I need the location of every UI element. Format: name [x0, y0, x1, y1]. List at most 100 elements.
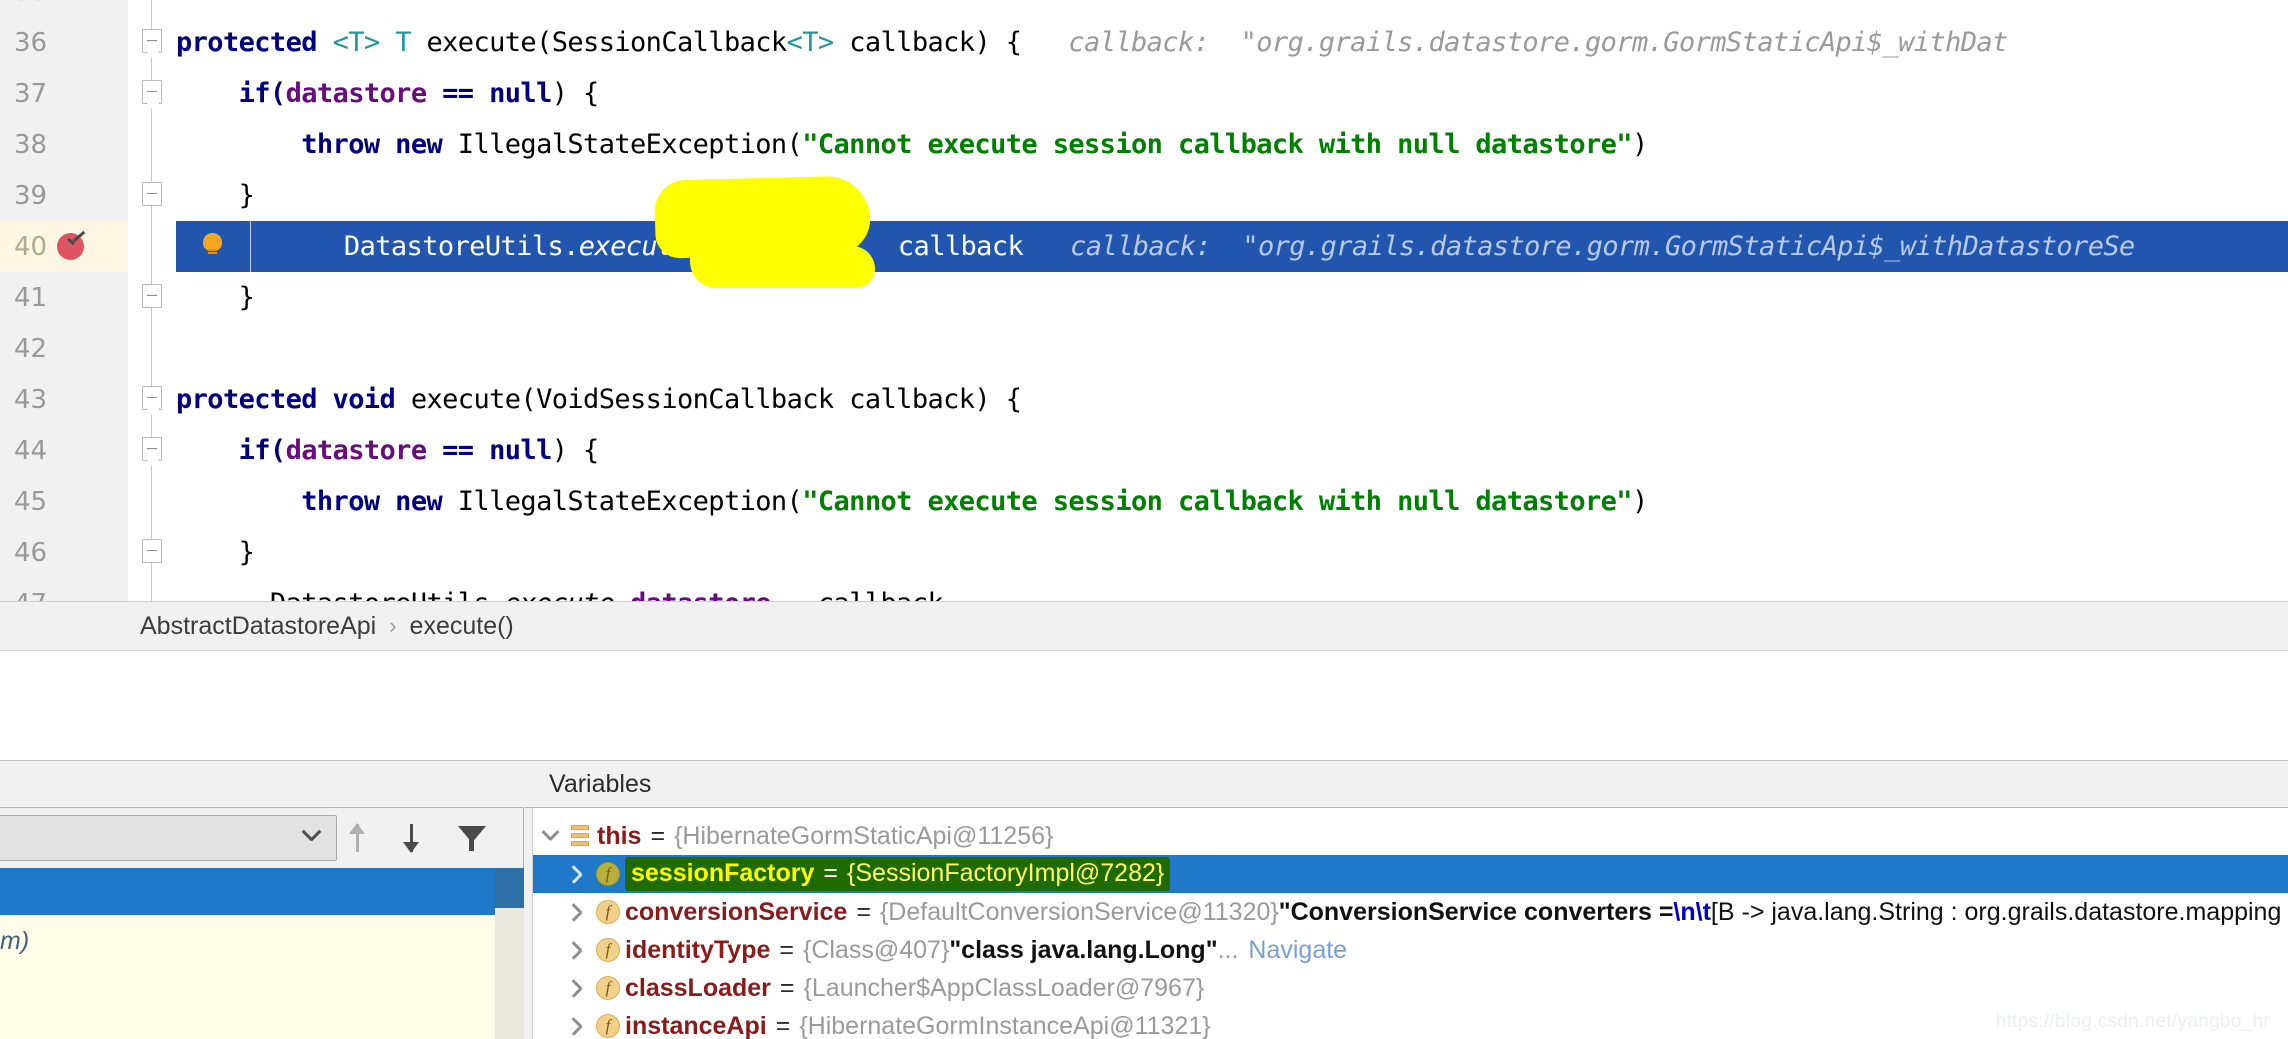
gutter-icon-cell[interactable]	[104, 170, 128, 221]
fold-column[interactable]	[128, 0, 176, 17]
fold-column[interactable]	[128, 425, 176, 476]
fold-column[interactable]	[128, 17, 176, 68]
fold-column[interactable]	[128, 119, 176, 170]
variable-string-preview-cont: [B -> java.lang.String : org.grails.data…	[1710, 897, 2282, 926]
fold-toggle-icon[interactable]	[142, 29, 162, 53]
code-line-text[interactable]: protected void execute(VoidSessionCallba…	[176, 374, 2288, 425]
fold-column[interactable]	[128, 272, 176, 323]
gutter-icon-cell[interactable]	[104, 578, 128, 601]
frame-list-body[interactable]: m)	[0, 915, 495, 1039]
thread-select[interactable]	[0, 815, 337, 861]
code-line-text[interactable]: if(datastore == null) {	[176, 425, 2288, 476]
current-execution-line[interactable]: DatastoreUtils.execute datastore, callba…	[176, 221, 2288, 272]
code-line-text[interactable]	[176, 323, 2288, 374]
watermark: https://blog.csdn.net/yangbo_hr	[1995, 1011, 2270, 1032]
code-line-text[interactable]: }	[176, 272, 2288, 323]
frames-filter-button[interactable]	[445, 809, 499, 867]
ide-debug-screenshot: 3536 protected <T> T execute(SessionCallb…	[0, 0, 2288, 1039]
fold-column[interactable]	[128, 170, 176, 221]
variable-value: {DefaultConversionService@11320}	[879, 897, 1279, 926]
code-line-text[interactable]: throw new IllegalStateException("Cannot …	[176, 119, 2288, 170]
frames-down-button[interactable]	[391, 809, 445, 867]
fold-column[interactable]	[128, 578, 176, 601]
gutter-icon-cell[interactable]	[104, 17, 128, 68]
gutter-icon-cell[interactable]	[104, 0, 128, 17]
code-line[interactable]: 46 }	[0, 527, 2288, 578]
variable-row[interactable]: f classLoader = {Launcher$AppClassLoader@79…	[533, 969, 2288, 1007]
fold-toggle-icon[interactable]	[142, 539, 162, 563]
fold-toggle-icon[interactable]	[142, 80, 162, 104]
gutter-icon-cell[interactable]	[104, 68, 128, 119]
code-line[interactable]: 37 if(datastore == null) {	[0, 68, 2288, 119]
chevron-right-icon[interactable]	[561, 931, 591, 969]
variable-row-selected[interactable]: f sessionFactory = {SessionFactoryImpl@7282…	[533, 855, 2288, 893]
fold-column[interactable]	[128, 476, 176, 527]
code-token-plain: ) {	[551, 435, 600, 466]
breadcrumb-class[interactable]: AbstractDatastoreApi	[140, 612, 376, 641]
gutter-icon-cell[interactable]	[104, 119, 128, 170]
variable-row[interactable]: f identityType = {Class@407} "class java.la…	[533, 931, 2288, 969]
code-line[interactable]: 44 if(datastore == null) {	[0, 425, 2288, 476]
variable-row[interactable]: f conversionService = {DefaultConversionSer…	[533, 893, 2288, 931]
code-line[interactable]: 36 protected <T> T execute(SessionCallbac…	[0, 17, 2288, 68]
gutter-icon-cell[interactable]	[104, 272, 128, 323]
filter-icon	[458, 826, 486, 852]
code-line[interactable]: 42	[0, 323, 2288, 374]
fold-toggle-icon[interactable]	[142, 284, 162, 308]
code-line-text[interactable]: throw new IllegalStateException("Cannot …	[176, 476, 2288, 527]
breadcrumb[interactable]: AbstractDatastoreApi › execute()	[0, 601, 2288, 651]
chevron-right-icon[interactable]	[561, 893, 591, 931]
code-token-hint: callback: "org.grails.datastore.gorm.Gor…	[1021, 27, 2008, 58]
chevron-right-icon[interactable]	[561, 855, 591, 893]
equals-sign: =	[779, 973, 795, 1002]
frame-list-item-selected[interactable]	[0, 868, 495, 915]
fold-toggle-icon[interactable]	[142, 386, 162, 410]
code-token-plain: )	[1631, 129, 1648, 160]
code-editor[interactable]: 3536 protected <T> T execute(SessionCallb…	[0, 0, 2288, 601]
gutter-icon-cell[interactable]	[104, 374, 128, 425]
code-line[interactable]: 43 protected void execute(VoidSessionCall…	[0, 374, 2288, 425]
code-line[interactable]: 35	[0, 0, 2288, 17]
gutter-icon-cell[interactable]	[104, 221, 128, 272]
code-line-text[interactable]	[176, 0, 2288, 17]
code-line[interactable]: 45 throw new IllegalStateException("Cann…	[0, 476, 2288, 527]
gutter-icon-cell[interactable]	[104, 323, 128, 374]
fold-toggle-icon[interactable]	[142, 437, 162, 461]
variable-row[interactable]: this = {HibernateGormStaticApi@11256}	[533, 817, 2288, 855]
code-line-text[interactable]: protected <T> T execute(SessionCallback<…	[176, 17, 2288, 68]
intention-bulb-button[interactable]	[176, 221, 250, 272]
code-line-text[interactable]: }	[176, 527, 2288, 578]
code-line-text[interactable]: DatastoreUtils.execute datastore, callba…	[176, 578, 2288, 601]
gutter-icon-cell[interactable]	[104, 476, 128, 527]
code-token-plain: callback) {	[833, 27, 1022, 58]
fold-column[interactable]	[128, 68, 176, 119]
variable-value: {HibernateGormStaticApi@11256}	[674, 821, 1054, 850]
editor-lower-blank-band	[0, 651, 2288, 761]
code-line[interactable]: 39 }	[0, 170, 2288, 221]
code-line[interactable]: 40 DatastoreUtils.execute datastore, cal…	[0, 221, 2288, 272]
fold-column[interactable]	[128, 527, 176, 578]
frames-up-button[interactable]	[337, 809, 391, 867]
code-line[interactable]: 41 }	[0, 272, 2288, 323]
frames-scrollbar-thumb[interactable]	[495, 868, 524, 908]
object-instance-icon	[563, 817, 597, 855]
code-line[interactable]: 38 throw new IllegalStateException("Cann…	[0, 119, 2288, 170]
gutter-icon-cell[interactable]	[104, 425, 128, 476]
fold-column[interactable]	[128, 221, 176, 272]
chevron-right-icon[interactable]	[561, 969, 591, 1007]
chevron-right-icon[interactable]	[561, 1007, 591, 1039]
chevron-down-icon[interactable]	[533, 817, 563, 855]
breadcrumb-method[interactable]: execute()	[410, 612, 514, 641]
variable-text: identityType = {Class@407}	[625, 936, 949, 965]
fold-column[interactable]	[128, 323, 176, 374]
fold-column[interactable]	[128, 374, 176, 425]
code-line[interactable]: 47 DatastoreUtils.execute datastore, cal…	[0, 578, 2288, 601]
gutter-icon-cell[interactable]	[104, 527, 128, 578]
code-token-str: "Cannot execute session callback with nu…	[802, 129, 1632, 160]
breakpoint-verified-icon[interactable]	[57, 233, 84, 260]
fold-toggle-icon[interactable]	[142, 182, 162, 206]
fold-guide-line	[151, 578, 152, 601]
code-line-text[interactable]: if(datastore == null) {	[176, 68, 2288, 119]
code-line-text[interactable]: }	[176, 170, 2288, 221]
navigate-link[interactable]: Navigate	[1248, 936, 1347, 965]
